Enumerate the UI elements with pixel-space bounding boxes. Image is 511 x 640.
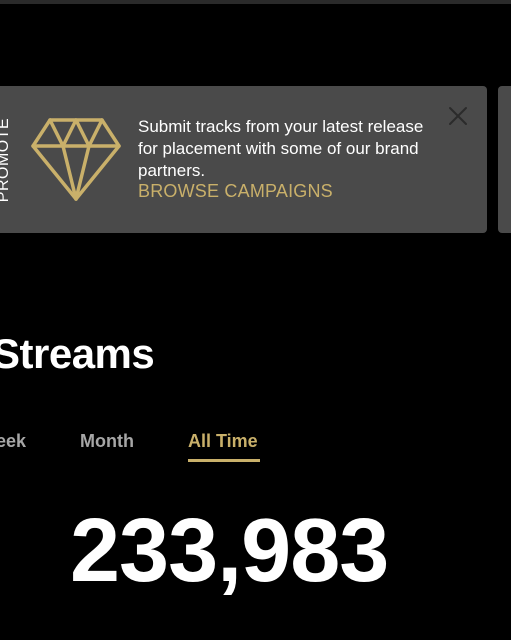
next-promo-card[interactable] — [498, 86, 511, 233]
section-title: Streams — [0, 330, 155, 377]
tab-all-time[interactable]: All Time — [188, 431, 258, 452]
tab-month[interactable]: Month — [80, 431, 134, 452]
diamond-icon — [31, 118, 121, 201]
promo-message: Submit tracks from your latest release f… — [138, 117, 424, 180]
tab-week[interactable]: eek — [0, 431, 26, 452]
streams-page: PROMOTE Submit tracks from your latest r… — [0, 0, 511, 640]
close-icon[interactable] — [447, 105, 469, 127]
promote-side-label: PROMOTE — [0, 117, 12, 203]
browse-campaigns-link[interactable]: BROWSE CAMPAIGNS — [138, 181, 333, 202]
top-divider — [0, 0, 511, 4]
active-tab-indicator — [188, 459, 260, 462]
total-streams-count: 233,983 — [70, 501, 389, 601]
